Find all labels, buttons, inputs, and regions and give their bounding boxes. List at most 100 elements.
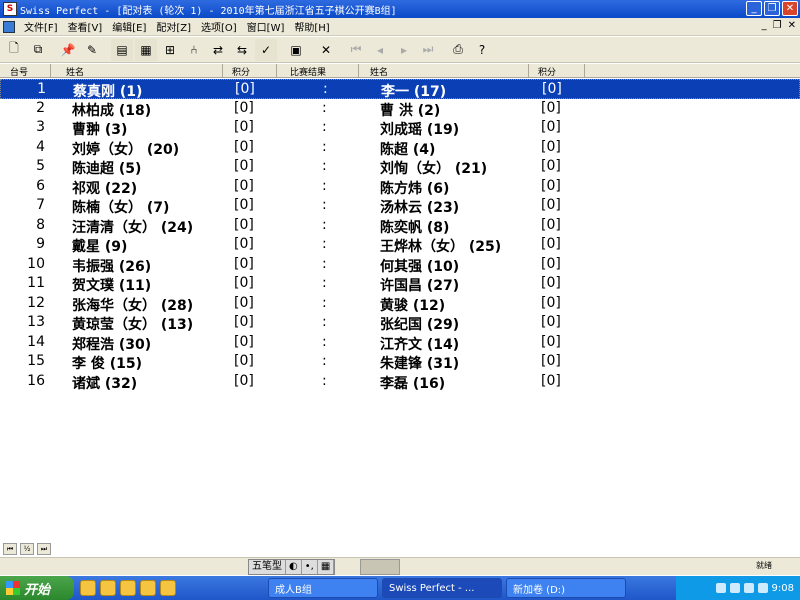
- minimize-button[interactable]: _: [746, 1, 762, 16]
- pairing-icon[interactable]: ⇄: [207, 39, 229, 61]
- nav-half-button[interactable]: ½: [20, 543, 34, 555]
- ime-toolbar[interactable]: 五笔型 ◐ •, ▦: [248, 559, 336, 575]
- nav-first-button[interactable]: ⏮: [3, 543, 17, 555]
- player2-name: 江齐文 (14): [380, 336, 460, 353]
- task-swiss-perfect[interactable]: Swiss Perfect - ...: [382, 578, 502, 598]
- printer-icon[interactable]: ⎙: [447, 39, 469, 61]
- help-icon[interactable]: ?: [471, 39, 493, 61]
- table-row[interactable]: 4 刘婷（女） (20) [0]: 陈超 (4) [0]: [0, 138, 800, 158]
- header-name1[interactable]: 姓名: [66, 65, 84, 78]
- document-icon[interactable]: [3, 20, 15, 33]
- table-row[interactable]: 7 陈楠（女） (7) [0]: 汤林云 (23) [0]: [0, 196, 800, 216]
- pin-icon[interactable]: 📌: [57, 39, 79, 61]
- task-drive[interactable]: 新加卷 (D:): [506, 578, 626, 598]
- header-points2[interactable]: 积分: [538, 65, 556, 78]
- header-board[interactable]: 台号: [10, 65, 28, 78]
- maximize-button[interactable]: ❐: [764, 1, 780, 16]
- player2-name: 陈方炜 (6): [380, 180, 450, 197]
- header-name2[interactable]: 姓名: [370, 65, 388, 78]
- mdi-close-button[interactable]: ✕: [788, 20, 796, 31]
- menu-view[interactable]: 查看[V]: [63, 19, 108, 34]
- tray-icon[interactable]: [757, 583, 768, 593]
- match-result: :: [323, 81, 328, 97]
- table-row[interactable]: 6 祁观 (22) [0]: 陈方炜 (6) [0]: [0, 177, 800, 197]
- notebook-icon[interactable]: ▤: [111, 38, 133, 61]
- tray-icon[interactable]: [729, 583, 740, 593]
- quick-launch-icon[interactable]: [160, 580, 176, 596]
- player1-name: 李 俊 (15): [72, 356, 143, 372]
- menu-edit[interactable]: 编辑[E]: [107, 19, 151, 34]
- menu-pairing[interactable]: 配对[Z]: [151, 19, 196, 34]
- ime-punctuation-icon[interactable]: •,: [302, 560, 318, 574]
- table-row[interactable]: 11 贺文璞 (11) [0]: 许国昌 (27) [0]: [0, 274, 800, 294]
- quick-launch-icon[interactable]: [80, 580, 96, 596]
- ime-keyboard-icon[interactable]: ▦: [318, 560, 335, 574]
- ime-mode[interactable]: 五笔型: [249, 560, 286, 574]
- title-bar[interactable]: S Swiss Perfect - [配对表 (轮次 1) - 2010年第七届…: [0, 0, 800, 18]
- player1-name: 贺文璞 (11): [72, 278, 152, 294]
- fork-icon[interactable]: ⑃: [183, 39, 205, 61]
- player1-points: [0]: [234, 119, 254, 135]
- menu-window[interactable]: 窗口[W]: [242, 19, 290, 34]
- grid-icon[interactable]: ⊞: [159, 39, 181, 61]
- table-row[interactable]: 5 陈迪超 (5) [0]: 刘恂（女） (21) [0]: [0, 157, 800, 177]
- new-icon[interactable]: 🗋: [3, 39, 25, 61]
- player1-name: 汪清清（女） (24): [72, 219, 194, 236]
- match-result: :: [322, 353, 327, 369]
- player2-points: [0]: [541, 177, 561, 194]
- table-row[interactable]: 8 汪清清（女） (24) [0]: 陈奕帆 (8) [0]: [0, 216, 800, 236]
- last-icon[interactable]: ⏭: [417, 39, 439, 61]
- board-number: 5: [36, 158, 45, 174]
- table-icon[interactable]: ▦: [135, 38, 157, 61]
- table-row[interactable]: 3 曹翀 (3) [0]: 刘成瑶 (19) [0]: [0, 118, 800, 138]
- player1-points: [0]: [234, 138, 254, 155]
- table-row[interactable]: 10 韦振强 (26) [0]: 何其强 (10) [0]: [0, 255, 800, 275]
- pin-check-icon[interactable]: ✎: [81, 39, 103, 61]
- copy-icon[interactable]: ⧉: [27, 39, 49, 61]
- quick-launch-icon[interactable]: [100, 580, 116, 596]
- table-row[interactable]: 16 诸斌 (32) [0]: 李磊 (16) [0]: [0, 372, 800, 392]
- close-button[interactable]: ✕: [782, 1, 798, 16]
- mdi-minimize-button[interactable]: _: [762, 20, 767, 31]
- ime-half-width-icon[interactable]: ◐: [286, 560, 302, 574]
- check-icon[interactable]: ✓: [255, 38, 277, 61]
- table-row[interactable]: 12 张海华（女） (28) [0]: 黄骏 (12) [0]: [0, 294, 800, 314]
- menu-file[interactable]: 文件[F]: [19, 19, 63, 34]
- nav-last-button[interactable]: ⏭: [37, 543, 51, 555]
- tray-icon[interactable]: [715, 583, 726, 593]
- menu-help[interactable]: 帮助[H]: [289, 19, 334, 34]
- menu-options[interactable]: 选项[O]: [196, 19, 242, 34]
- board-number: 12: [27, 294, 45, 311]
- header-points1[interactable]: 积分: [232, 65, 250, 78]
- quick-launch-icon[interactable]: [140, 580, 156, 596]
- table-row[interactable]: 2 林柏成 (18) [0]: 曹 洪 (2) [0]: [0, 99, 800, 119]
- clock[interactable]: 9:08: [772, 583, 794, 594]
- prev-icon[interactable]: ◂: [369, 39, 391, 61]
- print-preview-icon[interactable]: ▣: [285, 39, 307, 61]
- app-icon[interactable]: S: [3, 2, 17, 16]
- start-button[interactable]: 开始: [0, 576, 74, 600]
- table-row[interactable]: 9 戴星 (9) [0]: 王烨林（女） (25) [0]: [0, 235, 800, 255]
- match-result: :: [322, 275, 327, 291]
- player2-name: 朱建锋 (31): [380, 356, 460, 372]
- mdi-restore-button[interactable]: ❐: [773, 20, 782, 31]
- player1-points: [0]: [234, 236, 254, 252]
- window-controls: _ ❐ ✕: [746, 1, 798, 16]
- player2-points: [0]: [541, 255, 561, 272]
- quick-launch-icon[interactable]: [120, 580, 136, 596]
- table-row[interactable]: 15 李 俊 (15) [0]: 朱建锋 (31) [0]: [0, 352, 800, 372]
- tray-icon[interactable]: [743, 583, 754, 593]
- table-row[interactable]: 14 郑程浩 (30) [0]: 江齐文 (14) [0]: [0, 333, 800, 353]
- header-result[interactable]: 比赛结果: [290, 65, 326, 78]
- delete-icon[interactable]: ✕: [315, 39, 337, 61]
- first-icon[interactable]: ⏮: [345, 39, 367, 61]
- next-icon[interactable]: ▸: [393, 39, 415, 61]
- table-row[interactable]: 13 黄琼莹（女） (13) [0]: 张纪国 (29) [0]: [0, 313, 800, 333]
- pairing-alt-icon[interactable]: ⇆: [231, 39, 253, 61]
- board-number: 10: [27, 255, 45, 272]
- board-number: 1: [37, 81, 46, 97]
- player2-points: [0]: [541, 333, 561, 350]
- task-folder[interactable]: 成人B组: [268, 578, 378, 598]
- match-result: :: [322, 255, 327, 272]
- table-row[interactable]: 1 蔡真刚 (1) [0]: 李一 (17) [0]: [0, 79, 800, 100]
